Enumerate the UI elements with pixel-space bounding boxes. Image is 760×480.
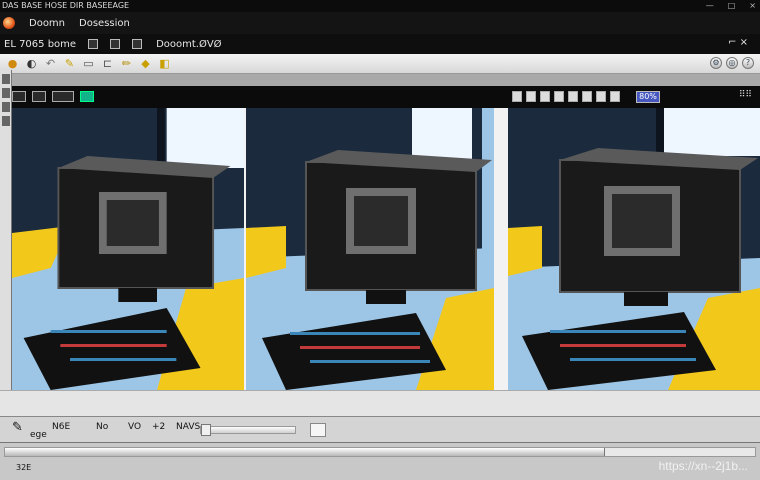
- bottom-gap: [0, 390, 760, 416]
- page-icon[interactable]: [110, 39, 121, 49]
- ribbon-right-controls: ⚙ ◎ ?: [710, 57, 754, 69]
- view-grid-button[interactable]: [32, 91, 46, 102]
- zoom-slider-thumb[interactable]: [201, 424, 211, 436]
- zoom-icon[interactable]: ◎: [726, 57, 738, 69]
- footer: 32E https://xn--2j1b...: [0, 442, 760, 480]
- computer-photo-1: [12, 108, 244, 390]
- scroll-thumb[interactable]: [5, 448, 605, 456]
- panel-toggle-button[interactable]: [310, 423, 326, 437]
- icon-ribbon: ● ◐ ↶ ✎ ▭ ⊏ ✏ ◆ ◧ ⚙ ◎ ?: [0, 54, 760, 74]
- image-panel-3[interactable]: [508, 108, 760, 390]
- document-toolbar-controls[interactable]: ⌐ ×: [728, 37, 748, 48]
- status-item-6: NAVS: [176, 422, 201, 432]
- document-id-label: EL 7065 bome: [4, 38, 77, 50]
- fit-button[interactable]: [554, 91, 564, 102]
- settings-icon[interactable]: ⚙: [710, 57, 722, 69]
- minimize-button[interactable]: —: [706, 0, 714, 12]
- status-bar: ✎ N6E ege No VO +2 NAVS: [0, 416, 760, 442]
- pencil-icon[interactable]: ✏: [120, 57, 133, 70]
- edit-icon[interactable]: ✎: [12, 420, 23, 435]
- more-options-icon[interactable]: ⠿⠿: [739, 90, 752, 100]
- brush-icon[interactable]: ✎: [63, 57, 76, 70]
- title-bar: DAS BASE HOSE DIR BASEEAGE — □ ×: [0, 0, 760, 12]
- menu-item-1[interactable]: Doomn: [29, 18, 65, 29]
- status-item-1: N6E: [52, 422, 71, 432]
- maximize-button[interactable]: □: [728, 0, 736, 12]
- eraser-icon[interactable]: ◧: [158, 57, 171, 70]
- app-header: Doomn Dosession: [0, 12, 760, 34]
- view-strip-button[interactable]: [52, 91, 74, 102]
- info-button[interactable]: [610, 91, 620, 102]
- computer-photo-2: [246, 108, 494, 390]
- watermark: https://xn--2j1b...: [658, 459, 748, 473]
- image-panel-1[interactable]: [12, 108, 244, 390]
- zoom-slider[interactable]: [200, 424, 296, 436]
- left-tool-sidebar: [0, 70, 12, 390]
- footer-label: 32E: [16, 463, 32, 472]
- status-item-5: +2: [152, 422, 166, 432]
- undo-icon[interactable]: ↶: [44, 57, 57, 70]
- view-compare-button[interactable]: [80, 91, 94, 102]
- crop-icon[interactable]: ⊏: [101, 57, 114, 70]
- computer-photo-3: [508, 108, 760, 390]
- tool-icon-2[interactable]: [2, 88, 10, 98]
- layout-icon[interactable]: [132, 39, 143, 49]
- tool-icon-4[interactable]: [2, 116, 10, 126]
- select-icon[interactable]: ▭: [82, 57, 95, 70]
- view-tools-mid: [512, 91, 620, 102]
- tool-icon-1[interactable]: [2, 74, 10, 84]
- image-panel-2[interactable]: [246, 108, 494, 390]
- status-item-4: VO: [128, 422, 142, 432]
- grid-icon[interactable]: [88, 39, 99, 49]
- fill-icon[interactable]: ◆: [139, 57, 152, 70]
- close-button[interactable]: ×: [749, 0, 756, 12]
- tool-icon-3[interactable]: [2, 102, 10, 112]
- window-title: DAS BASE HOSE DIR BASEEAGE: [2, 1, 130, 10]
- align-center-button[interactable]: [526, 91, 536, 102]
- zoom-badge[interactable]: 80%: [636, 91, 660, 103]
- ruler-strip: [0, 74, 760, 86]
- document-toolbar: EL 7065 bome Dooomt.ØVØ ⌐ ×: [0, 34, 760, 54]
- fill-button[interactable]: [568, 91, 578, 102]
- app-window: DAS BASE HOSE DIR BASEEAGE — □ × Doomn D…: [0, 0, 760, 480]
- horizontal-scrollbar[interactable]: [4, 447, 756, 457]
- window-controls: — □ ×: [706, 0, 756, 12]
- align-right-button[interactable]: [540, 91, 550, 102]
- document-title: Dooomt.ØVØ: [156, 38, 222, 50]
- view-tools-left: [12, 91, 94, 102]
- menu-item-2[interactable]: Dosession: [79, 18, 130, 29]
- save-icon[interactable]: ◐: [25, 57, 38, 70]
- status-item-3: No: [96, 422, 109, 432]
- open-icon[interactable]: ●: [6, 57, 19, 70]
- flip-button[interactable]: [596, 91, 606, 102]
- app-logo-icon: [3, 17, 15, 29]
- view-single-button[interactable]: [12, 91, 26, 102]
- align-left-button[interactable]: [512, 91, 522, 102]
- view-toolbar: 80% ⠿⠿: [0, 86, 760, 108]
- help-icon[interactable]: ?: [742, 57, 754, 69]
- panel-divider-2: [494, 108, 508, 390]
- status-item-2: ege: [30, 430, 47, 440]
- panel-divider-1: [244, 108, 246, 390]
- rotate-button[interactable]: [582, 91, 592, 102]
